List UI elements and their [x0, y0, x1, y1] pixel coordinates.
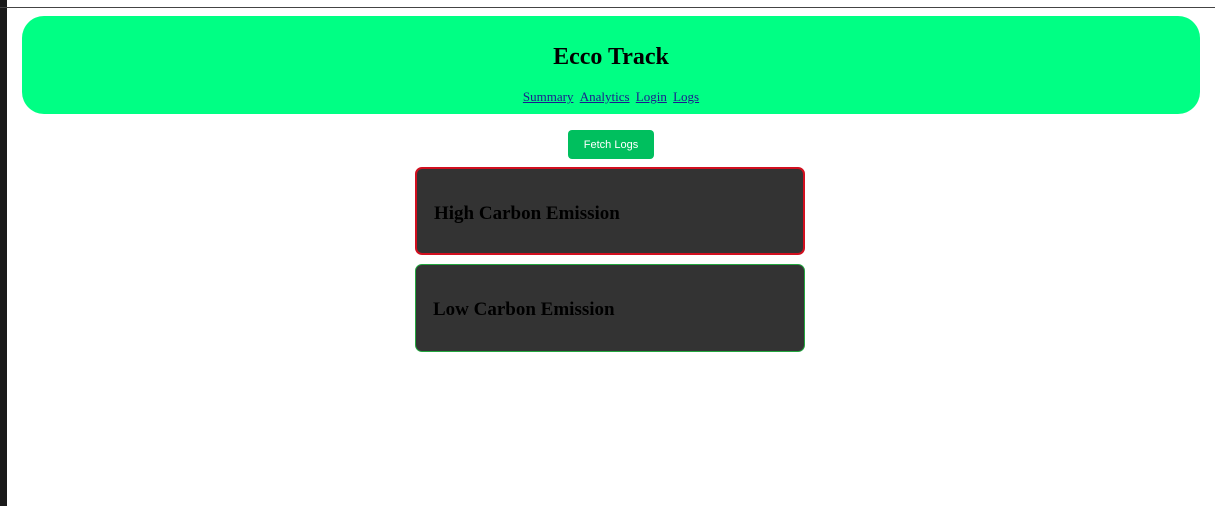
app-title: Ecco Track: [553, 44, 669, 70]
window-top-border: [0, 7, 1215, 8]
app-header: Ecco Track Summary Analytics Login Logs: [22, 16, 1200, 114]
low-emission-title: Low Carbon Emission: [433, 299, 615, 320]
nav-link-login[interactable]: Login: [636, 89, 667, 104]
window-left-border: [0, 0, 7, 506]
high-emission-title: High Carbon Emission: [434, 203, 620, 224]
low-emission-card: Low Carbon Emission: [415, 264, 805, 352]
main-nav: Summary Analytics Login Logs: [22, 89, 1200, 105]
nav-link-logs[interactable]: Logs: [673, 89, 699, 104]
nav-link-summary[interactable]: Summary: [523, 89, 574, 104]
nav-link-analytics[interactable]: Analytics: [580, 89, 630, 104]
high-emission-card: High Carbon Emission: [415, 167, 805, 255]
fetch-logs-button[interactable]: Fetch Logs: [568, 130, 654, 159]
